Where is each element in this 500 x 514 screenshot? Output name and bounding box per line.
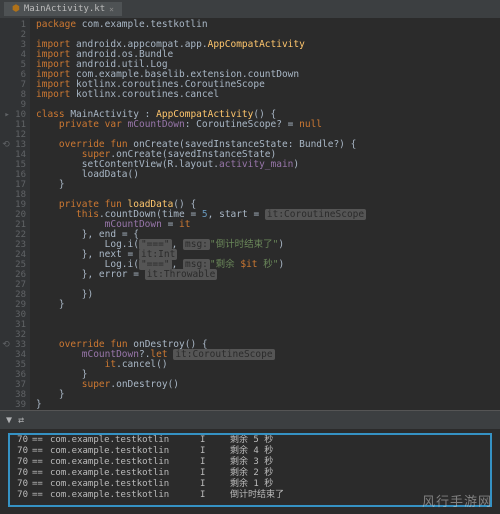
line-number: 37 <box>0 380 26 390</box>
code-line[interactable]: } <box>36 400 500 410</box>
code-line[interactable]: }) <box>36 290 500 300</box>
log-row: 70==com.example.testkotlinI剩余 4 秒 <box>10 446 490 457</box>
log-row: 70==com.example.testkotlinI剩余 1 秒 <box>10 479 490 490</box>
code-line[interactable]: } <box>36 300 500 310</box>
editor-tab-bar: ⬢ MainActivity.kt × <box>0 0 500 18</box>
line-number: 16 <box>0 170 26 180</box>
code-area[interactable]: package com.example.testkotlinimport and… <box>30 18 500 410</box>
line-number: 29 <box>0 300 26 310</box>
line-number: 26 <box>0 270 26 280</box>
line-number: 2 <box>0 30 26 40</box>
line-number: 18 <box>0 190 26 200</box>
line-number: 17 <box>0 180 26 190</box>
line-number: 8 <box>0 90 26 100</box>
log-row: 70==com.example.testkotlinI剩余 5 秒 <box>10 435 490 446</box>
line-number: 15 <box>0 160 26 170</box>
tab-filename: MainActivity.kt <box>24 4 105 14</box>
logcat-toolbar: ▼ ⇄ <box>0 411 500 429</box>
code-line[interactable]: package com.example.testkotlin <box>36 20 500 30</box>
line-number: 7 <box>0 80 26 90</box>
line-number: 30 <box>0 310 26 320</box>
code-line[interactable]: }, error = it:Throwable <box>36 270 500 280</box>
line-number: 14 <box>0 150 26 160</box>
code-line[interactable]: loadData() <box>36 170 500 180</box>
filter-icon[interactable]: ▼ <box>6 415 12 426</box>
code-line[interactable] <box>36 310 500 320</box>
wrap-icon[interactable]: ⇄ <box>18 415 24 426</box>
line-number: 11 <box>0 120 26 130</box>
line-number: 3 <box>0 40 26 50</box>
code-line[interactable]: super.onDestroy() <box>36 380 500 390</box>
code-line[interactable] <box>36 320 500 330</box>
log-row: 70==com.example.testkotlinI剩余 2 秒 <box>10 468 490 479</box>
code-line[interactable]: } <box>36 390 500 400</box>
line-number: 24 <box>0 250 26 260</box>
log-row: 70==com.example.testkotlinI剩余 3 秒 <box>10 457 490 468</box>
line-number: 21 <box>0 220 26 230</box>
file-tab[interactable]: ⬢ MainActivity.kt × <box>4 2 122 16</box>
close-icon[interactable]: × <box>109 5 114 14</box>
line-number: 5 <box>0 60 26 70</box>
log-output[interactable]: 70==com.example.testkotlinI剩余 5 秒70==com… <box>8 433 492 507</box>
code-line[interactable] <box>36 280 500 290</box>
code-line[interactable]: private var mCountDown: CoroutineScope? … <box>36 120 500 130</box>
line-number: ▸ 10 <box>0 110 26 120</box>
line-number: 22 <box>0 230 26 240</box>
line-number: 38 <box>0 390 26 400</box>
line-number: 20 <box>0 210 26 220</box>
line-number: 27 <box>0 280 26 290</box>
line-number: 9 <box>0 100 26 110</box>
code-line[interactable]: it.cancel() <box>36 360 500 370</box>
watermark-text: 风行手游网 <box>422 491 492 510</box>
line-number: 34 <box>0 350 26 360</box>
code-line[interactable]: } <box>36 180 500 190</box>
line-number: 1 <box>0 20 26 30</box>
line-number: 31 <box>0 320 26 330</box>
line-number: 32 <box>0 330 26 340</box>
code-editor[interactable]: 123456789▸ 101112⟲ 131415161718192021222… <box>0 18 500 410</box>
line-number: 25 <box>0 260 26 270</box>
line-number: 28 <box>0 290 26 300</box>
line-number: ⟲ 33 <box>0 340 26 350</box>
line-gutter: 123456789▸ 101112⟲ 131415161718192021222… <box>0 18 30 410</box>
line-number: 12 <box>0 130 26 140</box>
line-number: 6 <box>0 70 26 80</box>
line-number: 36 <box>0 370 26 380</box>
code-line[interactable]: import kotlinx.coroutines.cancel <box>36 90 500 100</box>
line-number: 23 <box>0 240 26 250</box>
line-number: 35 <box>0 360 26 370</box>
line-number: 39 <box>0 400 26 410</box>
kotlin-file-icon: ⬢ <box>12 4 20 14</box>
line-number: 4 <box>0 50 26 60</box>
log-row: 70==com.example.testkotlinI倒计时结束了 <box>10 490 490 501</box>
line-number: 19 <box>0 200 26 210</box>
line-number: ⟲ 13 <box>0 140 26 150</box>
